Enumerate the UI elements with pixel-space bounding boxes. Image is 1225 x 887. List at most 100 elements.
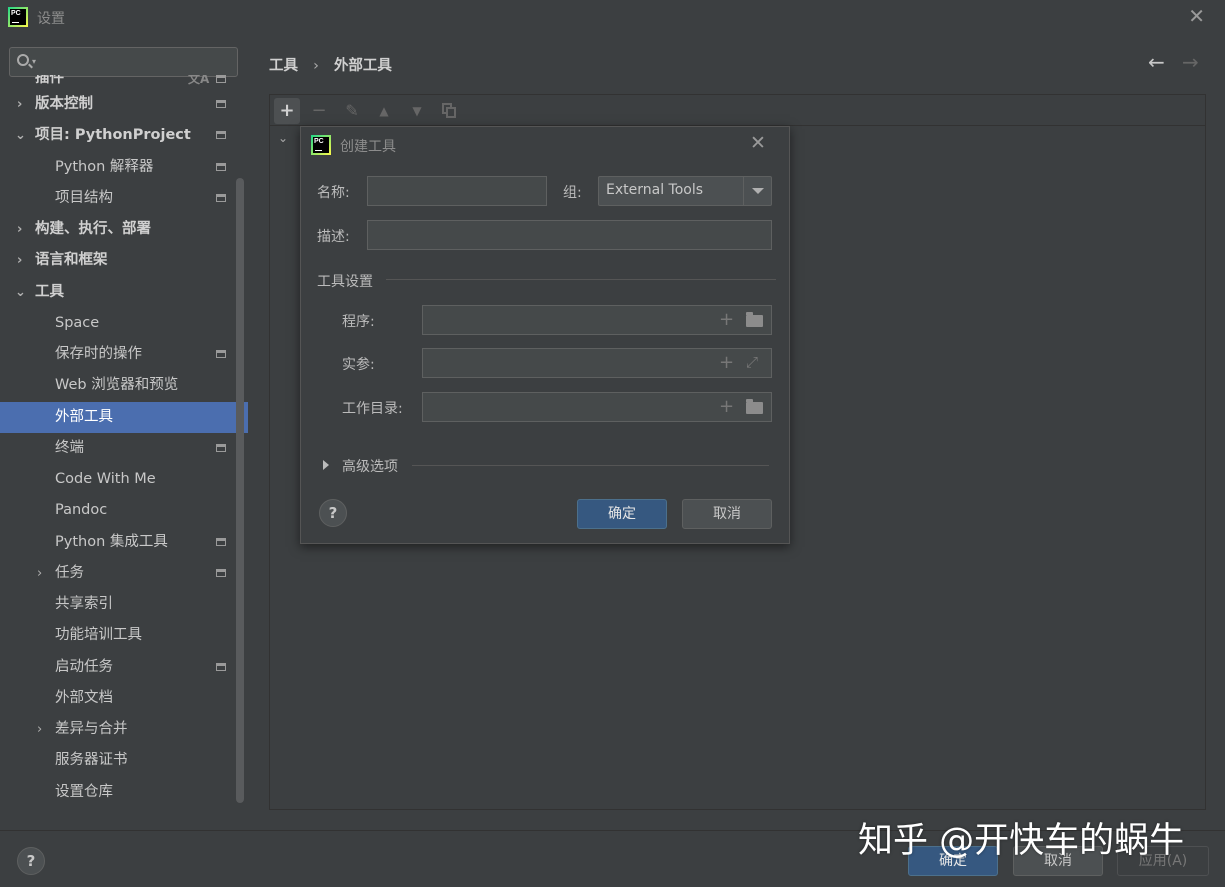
sidebar-item-shared-indexes[interactable]: 共享索引 xyxy=(0,589,248,620)
page-icon xyxy=(216,163,226,171)
sidebar-item-startup-tasks[interactable]: 启动任务 xyxy=(0,652,248,683)
copy-icon[interactable] xyxy=(442,103,456,118)
sidebar-item-web-browsers[interactable]: Web 浏览器和预览 xyxy=(0,370,248,401)
sidebar-item-project[interactable]: ⌄ 项目: PythonProject xyxy=(0,120,248,151)
help-button[interactable]: ? xyxy=(17,847,45,875)
sidebar-item-label: 构建、执行、部署 xyxy=(35,214,151,245)
breadcrumb-separator: › xyxy=(313,58,319,74)
group-select[interactable]: External Tools xyxy=(598,176,772,206)
sidebar-item-label: Code With Me xyxy=(55,464,156,495)
window-title: 设置 xyxy=(37,8,65,28)
page-icon xyxy=(216,100,226,108)
sidebar-item-label: 保存时的操作 xyxy=(55,339,142,370)
sidebar-item-tasks[interactable]: › 任务 xyxy=(0,558,248,589)
description-field[interactable] xyxy=(367,220,772,250)
sidebar-item-label: 插件 xyxy=(35,75,64,85)
sidebar-scrollbar[interactable] xyxy=(236,178,244,803)
sidebar-item-plugins[interactable]: 插件 文A xyxy=(0,75,248,89)
name-field[interactable] xyxy=(367,176,547,206)
sidebar-item-label: 项目结构 xyxy=(55,183,113,214)
chevron-down-icon[interactable]: ⌄ xyxy=(278,131,288,145)
dialog-title: 创建工具 xyxy=(340,136,396,156)
page-icon xyxy=(216,194,226,202)
forward-arrow-icon[interactable]: → xyxy=(1182,50,1199,74)
section-divider xyxy=(412,465,769,466)
close-icon[interactable]: ✕ xyxy=(750,132,766,154)
insert-macro-icon[interactable]: + xyxy=(719,311,734,329)
settings-search-input[interactable]: ▾ xyxy=(9,47,238,77)
ok-button[interactable]: 确定 xyxy=(577,499,667,529)
sidebar-item-code-with-me[interactable]: Code With Me xyxy=(0,464,248,495)
settings-sidebar: ▾ 插件 文A › 版本控制 ⌄ 项目: PythonProject Pytho… xyxy=(0,34,248,830)
sidebar-item-pandoc[interactable]: Pandoc xyxy=(0,495,248,526)
translate-icon: 文A xyxy=(188,75,209,86)
breadcrumb-parent[interactable]: 工具 xyxy=(269,58,298,74)
move-up-icon[interactable]: ▲ xyxy=(371,98,397,124)
sidebar-item-vcs[interactable]: › 版本控制 xyxy=(0,89,248,120)
group-select-value: External Tools xyxy=(606,182,703,198)
cancel-button[interactable]: 取消 xyxy=(682,499,772,529)
expand-icon[interactable]: ⤢ xyxy=(746,355,758,370)
sidebar-item-label: 差异与合并 xyxy=(55,714,128,745)
sidebar-item-external-docs[interactable]: 外部文档 xyxy=(0,683,248,714)
sidebar-item-label: 启动任务 xyxy=(55,652,113,683)
move-down-icon[interactable]: ▼ xyxy=(404,98,430,124)
page-icon xyxy=(216,444,226,452)
sidebar-item-space[interactable]: Space xyxy=(0,308,248,339)
triangle-right-icon[interactable] xyxy=(323,460,329,470)
tool-settings-header: 工具设置 xyxy=(317,271,373,291)
sidebar-item-label: 终端 xyxy=(55,433,84,464)
settings-tree: 插件 文A › 版本控制 ⌄ 项目: PythonProject Python … xyxy=(0,81,248,808)
folder-icon[interactable] xyxy=(746,402,763,414)
watermark: 知乎 @开快车的蜗牛 xyxy=(858,812,1184,863)
panel-toolbar: + − ✎ ▲ ▼ xyxy=(270,95,1205,126)
folder-icon[interactable] xyxy=(746,315,763,327)
sidebar-item-label: 版本控制 xyxy=(35,89,93,120)
window-close-icon[interactable]: ✕ xyxy=(1188,6,1205,26)
arguments-label: 实参: xyxy=(342,354,375,374)
pycharm-logo-icon: PC xyxy=(311,135,331,155)
chevron-right-icon: › xyxy=(37,714,42,745)
sidebar-item-label: Pandoc xyxy=(55,495,107,526)
back-arrow-icon[interactable]: ← xyxy=(1148,50,1165,74)
group-label: 组: xyxy=(563,182,582,202)
page-icon xyxy=(216,350,226,358)
pycharm-logo-icon: PC xyxy=(8,7,28,27)
sidebar-item-label: 功能培训工具 xyxy=(55,620,142,651)
edit-pencil-icon[interactable]: ✎ xyxy=(339,98,365,124)
sidebar-item-diff-merge[interactable]: › 差异与合并 xyxy=(0,714,248,745)
sidebar-item-label: 工具 xyxy=(35,277,64,308)
chevron-right-icon: › xyxy=(17,214,22,245)
group-select-arrow[interactable] xyxy=(743,177,771,205)
sidebar-item-label: Python 解释器 xyxy=(55,152,153,183)
sidebar-item-label: Space xyxy=(55,308,99,339)
remove-icon[interactable]: − xyxy=(306,98,332,124)
help-button[interactable]: ? xyxy=(319,499,347,527)
sidebar-item-python-interpreter[interactable]: Python 解释器 xyxy=(0,152,248,183)
sidebar-item-actions-on-save[interactable]: 保存时的操作 xyxy=(0,339,248,370)
insert-macro-icon[interactable]: + xyxy=(719,398,734,416)
program-label: 程序: xyxy=(342,311,375,331)
sidebar-item-build[interactable]: › 构建、执行、部署 xyxy=(0,214,248,245)
sidebar-item-feature-trainer[interactable]: 功能培训工具 xyxy=(0,620,248,651)
add-icon[interactable]: + xyxy=(274,98,300,124)
advanced-options-toggle[interactable]: 高级选项 xyxy=(342,456,398,476)
chevron-down-icon xyxy=(752,188,764,194)
sidebar-item-external-tools[interactable]: 外部工具 xyxy=(0,402,248,433)
search-icon xyxy=(17,54,29,66)
page-icon xyxy=(216,663,226,671)
sidebar-item-languages[interactable]: › 语言和框架 xyxy=(0,245,248,276)
sidebar-item-settings-repository[interactable]: 设置仓库 xyxy=(0,777,248,808)
sidebar-item-terminal[interactable]: 终端 xyxy=(0,433,248,464)
insert-macro-icon[interactable]: + xyxy=(719,354,734,372)
sidebar-item-label: 共享索引 xyxy=(55,589,113,620)
sidebar-item-label: Web 浏览器和预览 xyxy=(55,370,178,401)
sidebar-item-label: 任务 xyxy=(55,558,84,589)
page-icon xyxy=(216,538,226,546)
sidebar-item-project-structure[interactable]: 项目结构 xyxy=(0,183,248,214)
breadcrumb-current: 外部工具 xyxy=(334,58,392,74)
sidebar-item-server-certificates[interactable]: 服务器证书 xyxy=(0,745,248,776)
sidebar-item-label: 语言和框架 xyxy=(35,245,108,276)
sidebar-item-python-integrated-tools[interactable]: Python 集成工具 xyxy=(0,527,248,558)
sidebar-item-tools[interactable]: ⌄ 工具 xyxy=(0,277,248,308)
